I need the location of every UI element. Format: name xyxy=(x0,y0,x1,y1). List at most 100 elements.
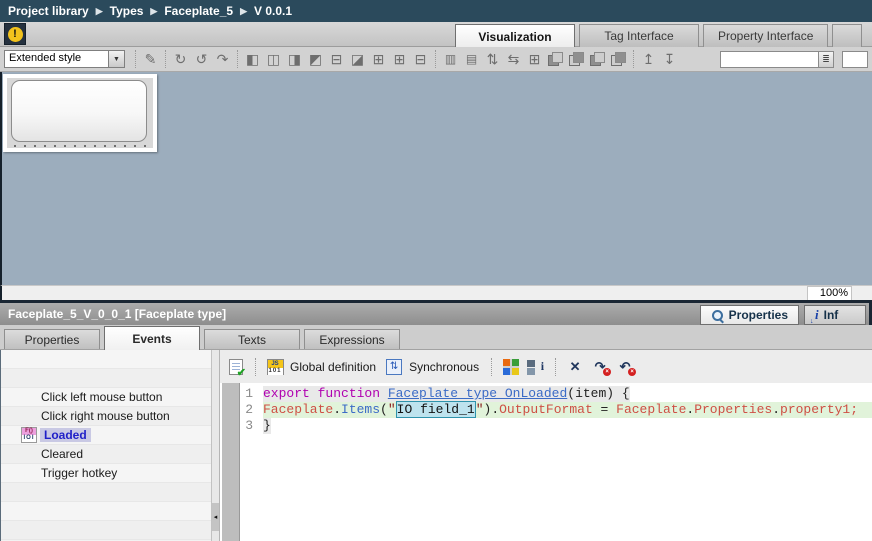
tab-tag-interface[interactable]: Tag Interface xyxy=(579,24,699,47)
event-label: Click left mouse button xyxy=(41,390,162,404)
toolbar-separator xyxy=(633,50,634,68)
align-center-icon[interactable]: ◫ xyxy=(263,49,284,69)
distribute-vertical-icon[interactable]: ⇅ xyxy=(482,49,503,69)
breadcrumb-faceplate[interactable]: Faceplate_5 xyxy=(164,4,233,18)
subtab-events[interactable]: Events xyxy=(104,326,200,350)
info-icon: i xyxy=(815,307,819,323)
move-layer-down-icon[interactable]: ↧ xyxy=(659,49,680,69)
inspector-tab-properties-label: Properties xyxy=(729,308,788,322)
inspector-tab-info-label: Inf xyxy=(824,308,839,322)
toolbar-edge-input[interactable] xyxy=(842,51,868,68)
event-label: Trigger hotkey xyxy=(41,466,117,480)
design-grid xyxy=(7,78,153,148)
breadcrumb-project-library[interactable]: Project library xyxy=(8,4,89,18)
chevron-down-icon[interactable]: ▼ xyxy=(108,50,125,68)
inspector-header: Faceplate_5_V_0_0_1 [Faceplate type] Pro… xyxy=(0,303,872,325)
redo-discard-icon[interactable]: ↷ × xyxy=(590,357,610,377)
script-toolbar: JS 101 Global definition ⇅ Synchronous ✕… xyxy=(220,350,872,383)
tab-visualization[interactable]: Visualization xyxy=(455,24,575,48)
faceplate-canvas[interactable] xyxy=(0,72,872,285)
rotate-free-icon[interactable]: ↷ xyxy=(212,49,233,69)
drawing-toolbar: Extended style ▼ ✎ ↻ ↺ ↷ ◧ ◫ ◨ ◩ ⊟ ◪ ⊞ ⊞… xyxy=(0,47,872,72)
overlap-squares-icon xyxy=(548,52,563,66)
align-top-icon[interactable]: ◩ xyxy=(305,49,326,69)
style-select[interactable]: Extended style ▼ xyxy=(4,50,125,68)
event-label-selected: Loaded xyxy=(40,428,91,442)
align-bottom-icon[interactable]: ◪ xyxy=(347,49,368,69)
distribute-horizontal-icon[interactable]: ⇆ xyxy=(503,49,524,69)
format-brush-icon[interactable]: ✎ xyxy=(140,49,161,69)
splitter-collapse-handle[interactable]: ◂ xyxy=(212,503,219,531)
event-row-click-right[interactable]: Click right mouse button xyxy=(1,407,211,426)
send-backward-icon[interactable] xyxy=(566,49,587,69)
subtab-texts[interactable]: Texts xyxy=(204,329,300,349)
zoom-level[interactable]: 100% xyxy=(807,286,852,301)
fit-size-icon[interactable]: ⊟ xyxy=(410,49,431,69)
move-layer-up-icon[interactable]: ↥ xyxy=(638,49,659,69)
center-horizontal-icon[interactable]: ⊞ xyxy=(368,49,389,69)
align-left-icon[interactable]: ◧ xyxy=(242,49,263,69)
rotate-left-icon[interactable]: ↺ xyxy=(191,49,212,69)
breadcrumb-types[interactable]: Types xyxy=(110,4,144,18)
bring-to-front-icon[interactable] xyxy=(587,49,608,69)
same-size-icon[interactable]: ⊞ xyxy=(524,49,545,69)
inspector-title: Faceplate_5_V_0_0_1 [Faceplate type] xyxy=(8,307,226,321)
event-row-spacer xyxy=(1,521,211,540)
style-select-value: Extended style xyxy=(4,50,108,68)
toolbar-separator xyxy=(255,358,256,376)
center-vertical-icon[interactable]: ⊞ xyxy=(389,49,410,69)
layer-filter-input-group: ≣ xyxy=(720,51,834,68)
overlap-squares-icon xyxy=(569,52,584,66)
selected-token[interactable]: IO field_1 xyxy=(396,401,476,418)
event-row-trigger-hotkey[interactable]: Trigger hotkey xyxy=(1,464,211,483)
layer-filter-input[interactable] xyxy=(720,51,818,68)
inspector-tab-properties[interactable]: Properties xyxy=(700,305,799,325)
red-x-badge-icon: × xyxy=(628,368,636,376)
red-x-badge-icon: × xyxy=(603,368,611,376)
event-label: Cleared xyxy=(41,447,83,461)
tab-partial[interactable] xyxy=(832,24,862,47)
event-row-cleared[interactable]: Cleared xyxy=(1,445,211,464)
inspector-tab-info[interactable]: i Inf xyxy=(804,305,866,325)
delete-icon[interactable]: ✕ xyxy=(565,357,585,377)
send-to-back-icon[interactable] xyxy=(608,49,629,69)
inspector-sub-tabs: Properties Events Texts Expressions xyxy=(0,325,872,350)
script-code-editor[interactable]: 1 export function Faceplate_type_OnLoade… xyxy=(220,383,872,541)
editor-margin-column xyxy=(222,383,240,541)
synchronous-label[interactable]: Synchronous xyxy=(409,360,479,374)
script-check-icon xyxy=(229,359,243,375)
faceplate-work-area[interactable] xyxy=(3,74,157,152)
same-width-icon[interactable]: ▥ xyxy=(440,49,461,69)
global-definition-label[interactable]: Global definition xyxy=(290,360,376,374)
line-number: 3 xyxy=(241,418,263,434)
subtab-expressions[interactable]: Expressions xyxy=(304,329,400,349)
event-row-spacer xyxy=(1,483,211,502)
tab-property-interface[interactable]: Property Interface xyxy=(703,24,828,47)
undo-discard-icon[interactable]: ↶ × xyxy=(615,357,635,377)
list-button-icon[interactable]: ≣ xyxy=(818,51,834,68)
editor-tab-strip: ! Visualization Tag Interface Property I… xyxy=(0,22,872,47)
line-number: 1 xyxy=(241,386,263,402)
breadcrumb-version[interactable]: V 0.0.1 xyxy=(254,4,292,18)
align-right-icon[interactable]: ◨ xyxy=(284,49,305,69)
insert-reference-icon[interactable] xyxy=(526,357,546,377)
validate-script-icon[interactable] xyxy=(226,357,246,377)
event-row-spacer xyxy=(1,502,211,521)
subtab-properties[interactable]: Properties xyxy=(4,329,100,349)
event-row-loaded[interactable]: F() IOI Loaded xyxy=(1,426,211,445)
warning-indicator[interactable]: ! xyxy=(4,23,26,45)
event-row-click-left[interactable]: Click left mouse button xyxy=(1,388,211,407)
snippets-icon[interactable] xyxy=(501,357,521,377)
event-row-spacer xyxy=(1,350,211,369)
global-definition-icon[interactable]: JS 101 xyxy=(265,357,285,377)
io-field-preview[interactable] xyxy=(11,80,147,142)
same-height-icon[interactable]: ▤ xyxy=(461,49,482,69)
pane-splitter[interactable]: ◂ xyxy=(211,350,220,541)
rotate-right-icon[interactable]: ↻ xyxy=(170,49,191,69)
code-line-2: 2 Faceplate.Items("IO field_1").OutputFo… xyxy=(241,402,872,418)
breadcrumb-separator-icon: ▶ xyxy=(96,6,103,17)
breadcrumb-separator-icon: ▶ xyxy=(150,6,157,17)
synchronous-icon[interactable]: ⇅ xyxy=(384,357,404,377)
bring-forward-icon[interactable] xyxy=(545,49,566,69)
align-middle-icon[interactable]: ⊟ xyxy=(326,49,347,69)
